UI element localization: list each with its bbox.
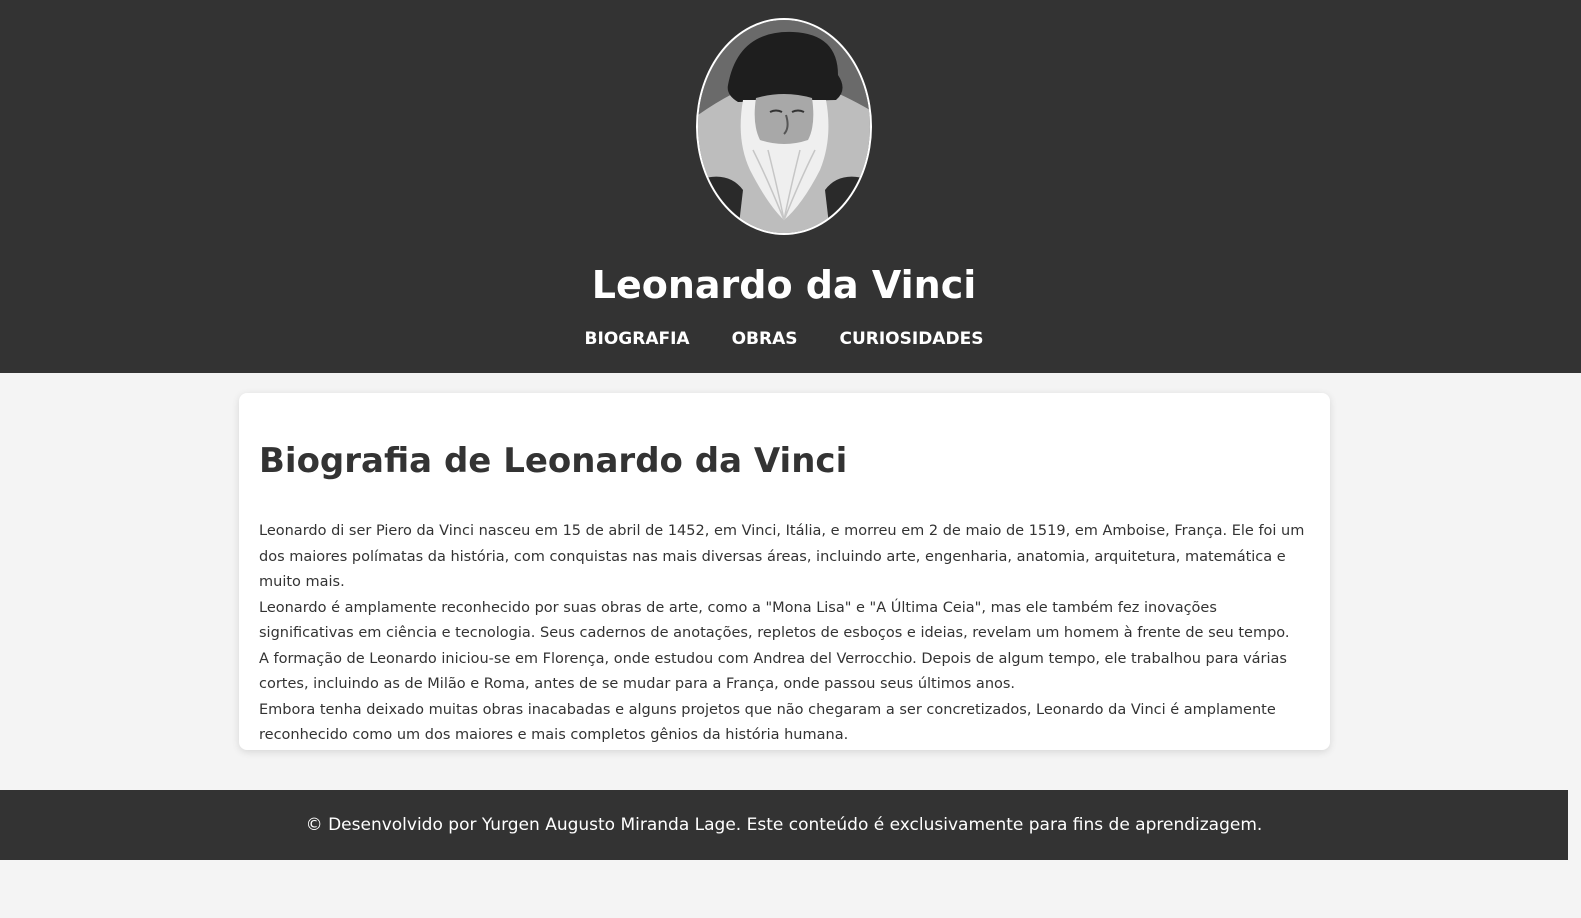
nav-link-obras[interactable]: OBRAS [732, 327, 798, 351]
nav-link-biografia[interactable]: BIOGRAFIA [585, 327, 690, 351]
portrait-drawing [698, 20, 870, 233]
portrait-image [696, 18, 872, 235]
section-heading: Biografia de Leonardo da Vinci [259, 441, 848, 481]
main-nav: BIOGRAFIA OBRAS CURIOSIDADES [0, 327, 1568, 351]
footer-copyright: © Desenvolvido por Yurgen Augusto Mirand… [305, 815, 1263, 835]
site-footer: © Desenvolvido por Yurgen Augusto Mirand… [0, 790, 1568, 860]
site-header: Leonardo da Vinci BIOGRAFIA OBRAS CURIOS… [0, 0, 1581, 373]
biography-paragraph-1: Leonardo di ser Piero da Vinci nasceu em… [259, 523, 1305, 590]
site-title: Leonardo da Vinci [591, 263, 977, 307]
nav-link-curiosidades[interactable]: CURIOSIDADES [839, 327, 983, 351]
biography-card: Biografia de Leonardo da Vinci Leonardo … [239, 393, 1330, 750]
scrollbar-track[interactable] [1568, 373, 1581, 918]
biography-paragraph-4: Embora tenha deixado muitas obras inacab… [259, 701, 1276, 744]
biography-paragraph-2: Leonardo é amplamente reconhecido por su… [259, 599, 1290, 642]
biography-paragraph-3: A formação de Leonardo iniciou-se em Flo… [259, 650, 1287, 693]
